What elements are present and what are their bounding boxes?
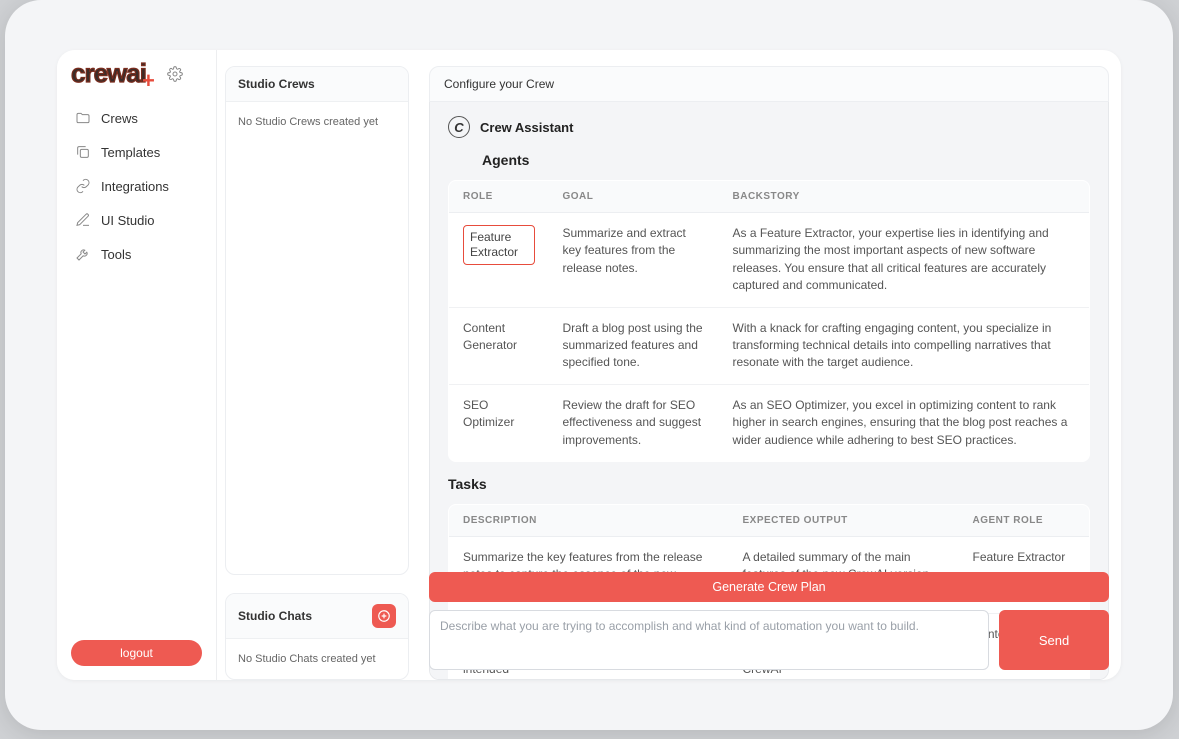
logo-row: crewai+ (57, 60, 216, 98)
sidebar-item-tools[interactable]: Tools (65, 238, 208, 270)
studio-chats-title: Studio Chats (238, 609, 312, 623)
brand-logo: crewai+ (71, 60, 159, 88)
generate-plan-button[interactable]: Generate Crew Plan (429, 572, 1109, 602)
send-button[interactable]: Send (999, 610, 1109, 670)
main-title: Configure your Crew (429, 66, 1109, 102)
brand-name: crewai (71, 58, 146, 88)
agent-role: Content Generator (449, 307, 549, 384)
agent-backstory: With a knack for crafting engaging conte… (719, 307, 1090, 384)
table-row: SEO OptimizerReview the draft for SEO ef… (449, 384, 1090, 461)
studio-crews-empty: No Studio Crews created yet (226, 102, 408, 142)
assistant-title: Crew Assistant (480, 120, 573, 135)
col-description: DESCRIPTION (449, 504, 729, 536)
studio-chats-empty: No Studio Chats created yet (226, 639, 408, 679)
sidebar-item-label: Templates (101, 145, 160, 160)
agent-goal: Draft a blog post using the summarized f… (549, 307, 719, 384)
sidebar-item-templates[interactable]: Templates (65, 136, 208, 168)
sidebar: crewai+ Crews Templates Integrations (57, 50, 217, 680)
mid-column: Studio Crews No Studio Crews created yet… (217, 50, 417, 680)
logout-button[interactable]: logout (71, 640, 202, 666)
pencil-icon (75, 212, 91, 228)
link-icon (75, 178, 91, 194)
folder-icon (75, 110, 91, 126)
new-chat-button[interactable] (372, 604, 396, 628)
sidebar-item-ui-studio[interactable]: UI Studio (65, 204, 208, 236)
main-area: Configure your Crew C Crew Assistant Age… (417, 50, 1121, 680)
tasks-heading: Tasks (448, 476, 1090, 492)
studio-crews-title: Studio Crews (238, 77, 315, 91)
col-agent-role: AGENT ROLE (959, 504, 1090, 536)
agent-role-chip[interactable]: Feature Extractor (463, 225, 535, 265)
agent-backstory: As an SEO Optimizer, you excel in optimi… (719, 384, 1090, 461)
studio-chats-header: Studio Chats (226, 594, 408, 639)
bottom-bar: Generate Crew Plan Send (417, 572, 1121, 680)
agent-goal: Review the draft for SEO effectiveness a… (549, 384, 719, 461)
plus-circle-icon (377, 609, 391, 623)
studio-crews-header: Studio Crews (226, 67, 408, 102)
sidebar-item-crews[interactable]: Crews (65, 102, 208, 134)
prompt-input[interactable] (429, 610, 989, 670)
table-row: Feature Extractor Summarize and extract k… (449, 213, 1090, 308)
agent-backstory: As a Feature Extractor, your expertise l… (719, 213, 1090, 308)
copy-icon (75, 144, 91, 160)
studio-chats-panel: Studio Chats No Studio Chats created yet (225, 593, 409, 680)
sidebar-item-label: Tools (101, 247, 131, 262)
sidebar-item-label: Crews (101, 111, 138, 126)
agents-table: ROLE GOAL BACKSTORY Feature Extractor Sum… (448, 180, 1090, 462)
col-backstory: BACKSTORY (719, 181, 1090, 213)
table-row: Content GeneratorDraft a blog post using… (449, 307, 1090, 384)
agent-role: SEO Optimizer (449, 384, 549, 461)
wrench-icon (75, 246, 91, 262)
sidebar-nav: Crews Templates Integrations UI Studio T… (57, 98, 216, 274)
sidebar-item-integrations[interactable]: Integrations (65, 170, 208, 202)
agent-role: Feature Extractor (449, 213, 549, 308)
studio-crews-panel: Studio Crews No Studio Crews created yet (225, 66, 409, 575)
col-expected: EXPECTED OUTPUT (729, 504, 959, 536)
agent-goal: Summarize and extract key features from … (549, 213, 719, 308)
col-goal: GOAL (549, 181, 719, 213)
sidebar-item-label: Integrations (101, 179, 169, 194)
sidebar-item-label: UI Studio (101, 213, 154, 228)
brand-plus: + (142, 68, 155, 93)
col-role: ROLE (449, 181, 549, 213)
gear-icon[interactable] (167, 66, 183, 82)
assistant-title-row: C Crew Assistant (448, 116, 1090, 138)
crew-icon: C (448, 116, 470, 138)
input-row: Send (429, 610, 1109, 670)
agents-heading: Agents (482, 152, 1090, 168)
